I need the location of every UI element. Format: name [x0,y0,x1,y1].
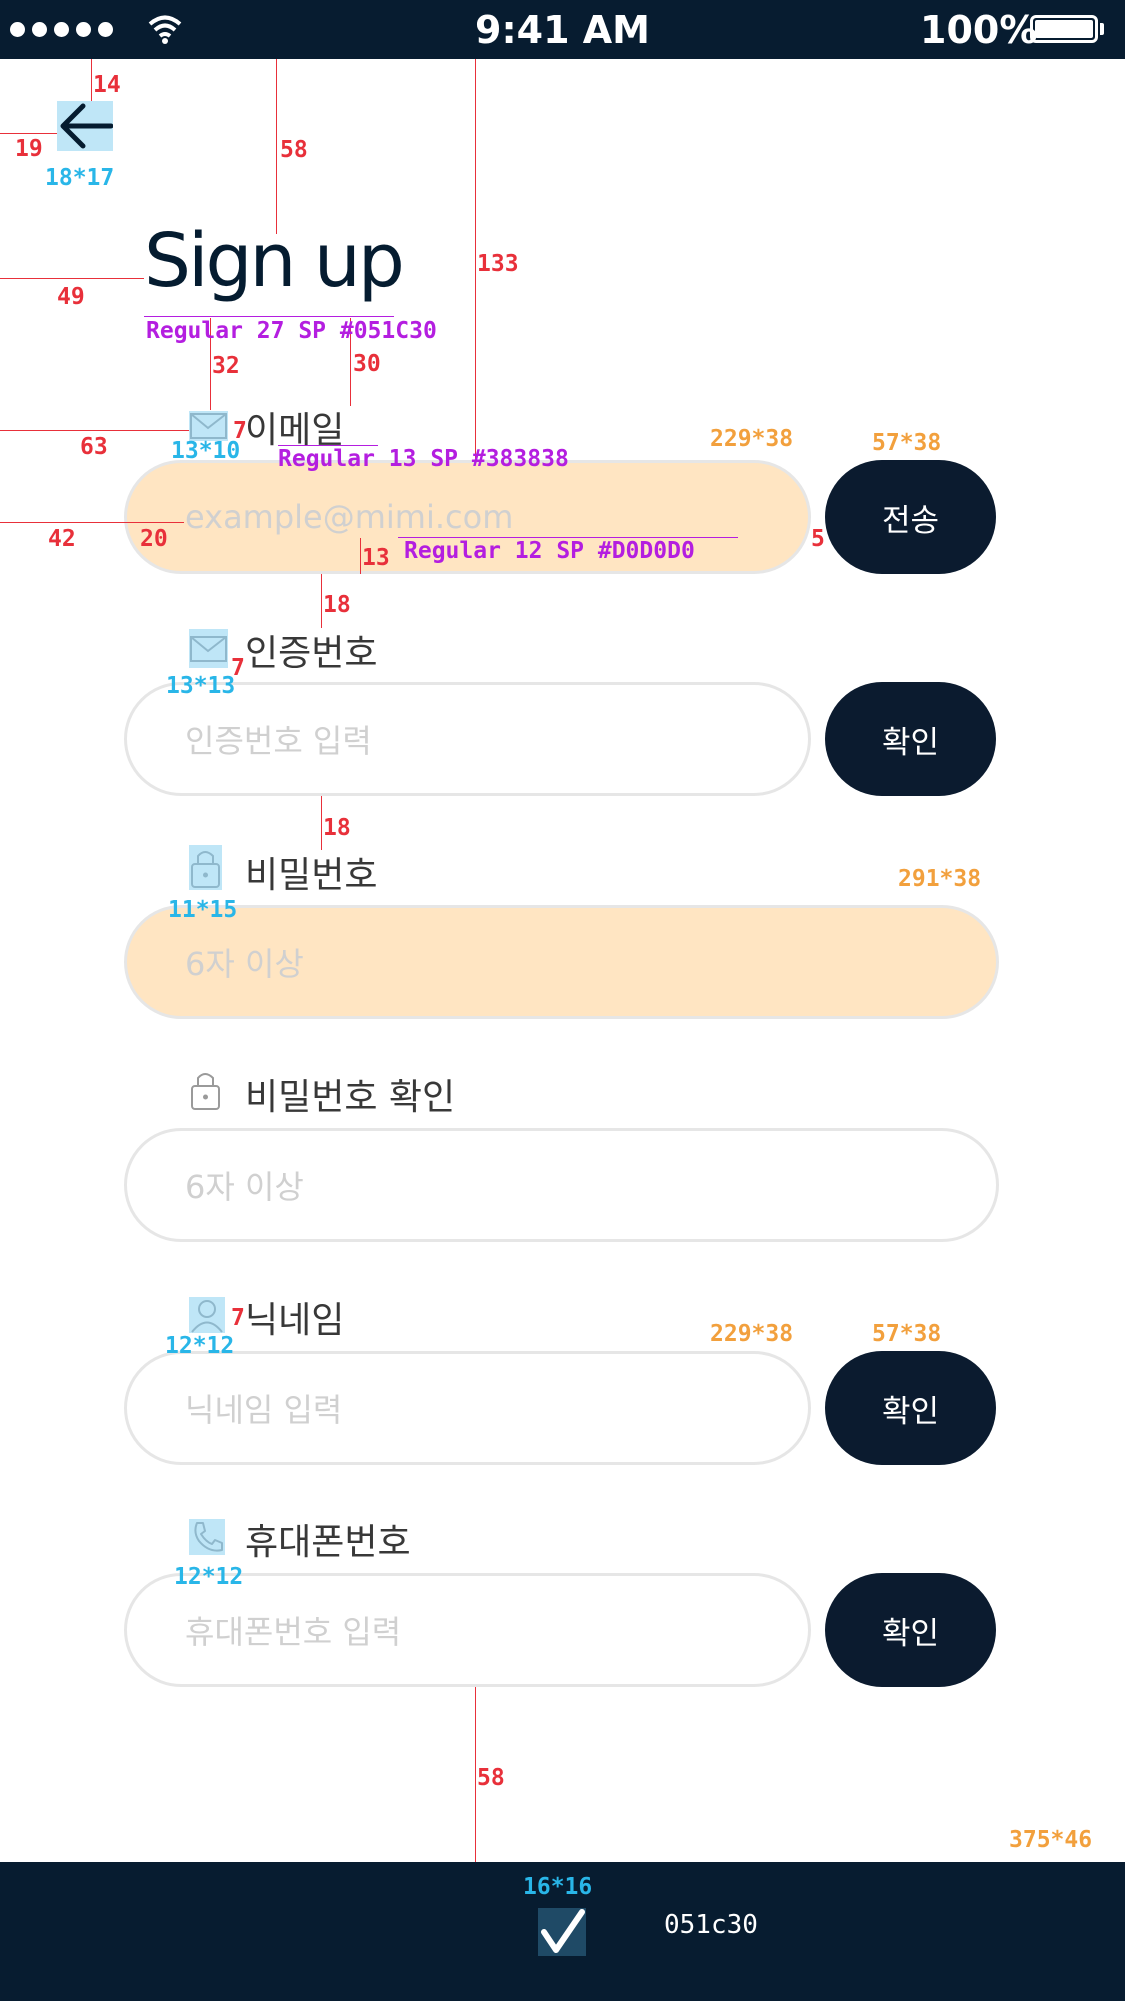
spec-line [0,522,124,523]
password-field[interactable]: 6자 이상 [124,905,999,1019]
size-label: 13*13 [166,673,236,699]
mail-icon [189,411,228,441]
typography-label: Regular 27 SP #051C30 [146,318,437,344]
password-confirm-label: 비밀번호 확인 [245,1077,456,1118]
password-confirm-field[interactable]: 6자 이상 [124,1128,999,1242]
size-label: 229*38 [710,1321,794,1347]
spec-line [91,59,92,101]
spacing-label: 30 [353,351,381,377]
spec-line [321,574,322,628]
size-label: 291*38 [898,866,982,892]
size-label: 11*15 [168,897,238,923]
size-label: 229*38 [710,426,794,452]
spacing-label: 18 [323,815,351,841]
spec-line [276,59,277,234]
spec-line [475,1687,476,1862]
email-placeholder: example@mimi.com [185,498,514,536]
code-label: 인증번호 [245,633,378,674]
bottom-submit-button[interactable] [538,1908,586,1956]
size-label: 57*38 [872,430,942,456]
password-placeholder: 6자 이상 [185,945,304,983]
check-icon [541,1909,585,1953]
phone-icon [189,1519,225,1555]
battery-icon [1030,15,1098,43]
nickname-label: 닉네임 [245,1300,345,1341]
spacing-label: 18 [323,592,351,618]
mail-icon [189,629,228,668]
person-icon [189,1297,225,1333]
color-code-label: 051c30 [664,1910,758,1940]
spec-line [124,522,184,523]
spacing-label: 133 [477,251,519,277]
code-placeholder: 인증번호 입력 [185,722,372,760]
size-label: 57*38 [872,1321,942,1347]
check-nickname-button[interactable]: 확인 [825,1351,996,1465]
password-label: 비밀번호 [245,855,378,896]
spacing-label: 58 [477,1765,505,1791]
spacing-label: 19 [15,136,43,162]
send-button[interactable]: 전송 [825,460,996,574]
nickname-field[interactable]: 닉네임 입력 [124,1351,811,1465]
spacing-label: 5 [811,526,825,552]
typography-label: Regular 12 SP #D0D0D0 [404,538,695,564]
size-label: 375*46 [1009,1827,1093,1853]
typography-label: Regular 13 SP #383838 [278,446,569,472]
lock-icon [191,1073,220,1110]
code-field[interactable]: 인증번호 입력 [124,682,811,796]
spec-line [0,133,57,134]
lock-icon [189,845,222,890]
nickname-placeholder: 닉네임 입력 [185,1391,343,1429]
size-label: 12*12 [165,1333,235,1359]
phone-field[interactable]: 휴대폰번호 입력 [124,1573,811,1687]
spec-line [0,430,189,431]
spacing-label: 42 [48,526,76,552]
password-confirm-placeholder: 6자 이상 [185,1168,304,1206]
spacing-label: 13 [362,545,390,571]
status-bar: 9:41 AM 100% [0,0,1125,59]
spacing-label: 14 [93,72,121,98]
size-label: 13*10 [171,438,241,464]
spacing-label: 7 [231,1305,245,1331]
phone-label: 휴대폰번호 [245,1522,411,1563]
spec-line [360,538,361,574]
spacing-label: 20 [140,526,168,552]
size-label: 18*17 [45,165,115,191]
size-label: 12*12 [174,1564,244,1590]
size-label: 16*16 [523,1874,593,1900]
spacing-label: 63 [80,434,108,460]
battery-percent: 100% [920,8,1038,52]
back-button[interactable] [57,101,114,151]
phone-placeholder: 휴대폰번호 입력 [185,1613,402,1651]
spec-line [321,796,322,850]
spacing-label: 32 [212,353,240,379]
spacing-label: 49 [57,284,85,310]
verify-phone-button[interactable]: 확인 [825,1573,996,1687]
spec-underline [144,316,394,317]
spacing-label: 58 [280,137,308,163]
spec-line [0,278,144,279]
arrow-left-icon [60,103,114,149]
page-title: Sign up [144,218,405,304]
spec-line [475,59,476,460]
verify-code-button[interactable]: 확인 [825,682,996,796]
